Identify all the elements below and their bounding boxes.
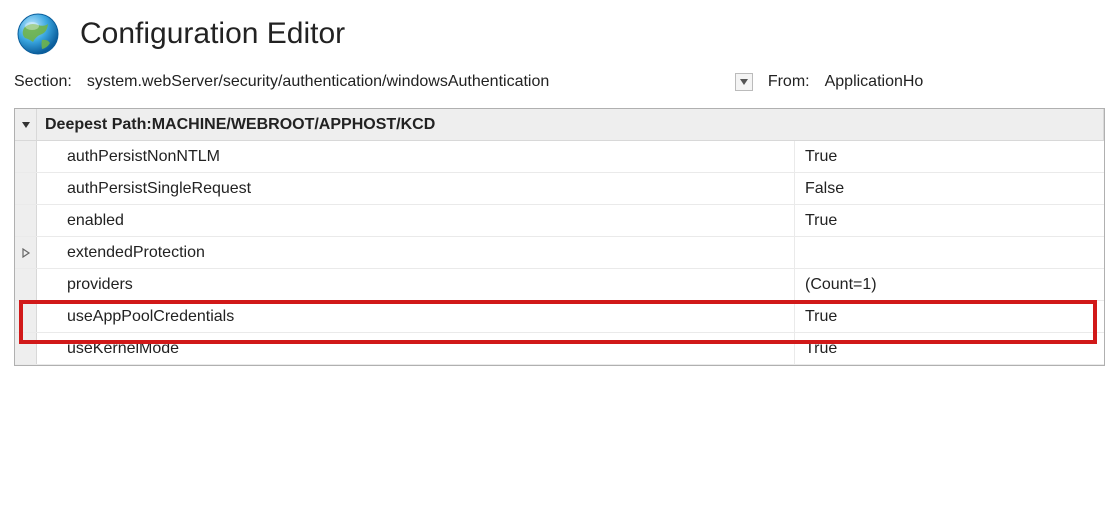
from-label: From: [768,73,810,91]
property-value[interactable]: True [795,301,1104,332]
property-value[interactable]: True [795,141,1104,172]
from-dropdown[interactable]: ApplicationHo [818,70,1105,94]
grid-header-row[interactable]: Deepest Path: MACHINE/WEBROOT/APPHOST/KC… [15,109,1104,141]
property-name: extendedProtection [37,237,795,268]
section-label: Section: [14,73,72,91]
collapse-toggle[interactable] [15,109,37,140]
deepest-path-prefix: Deepest Path: [45,116,152,134]
property-row[interactable]: enabled True [15,205,1104,237]
dropdown-arrow-icon[interactable] [735,73,753,91]
property-row[interactable]: extendedProtection [15,237,1104,269]
row-gutter [15,173,37,204]
toolbar: Section: system.webServer/security/authe… [0,66,1119,108]
property-value[interactable] [795,237,1104,268]
row-gutter [15,269,37,300]
property-row[interactable]: authPersistSingleRequest False [15,173,1104,205]
property-row[interactable]: useKernelMode True [15,333,1104,365]
property-value[interactable]: True [795,205,1104,236]
property-value[interactable]: True [795,333,1104,364]
triangle-right-icon [20,247,31,258]
deepest-path-cell: Deepest Path: MACHINE/WEBROOT/APPHOST/KC… [37,109,1104,140]
row-gutter [15,301,37,332]
property-row[interactable]: authPersistNonNTLM True [15,141,1104,173]
section-dropdown[interactable]: system.webServer/security/authentication… [80,70,760,94]
globe-icon [14,10,62,58]
property-row[interactable]: providers (Count=1) [15,269,1104,301]
property-value[interactable]: False [795,173,1104,204]
row-gutter [15,141,37,172]
from-dropdown-text: ApplicationHo [825,73,924,90]
property-value[interactable]: (Count=1) [795,269,1104,300]
expand-toggle[interactable] [15,237,37,268]
property-name: authPersistNonNTLM [37,141,795,172]
deepest-path-value: MACHINE/WEBROOT/APPHOST/KCD [152,116,436,134]
property-name: providers [37,269,795,300]
row-gutter [15,333,37,364]
triangle-down-icon [20,119,31,130]
property-name: enabled [37,205,795,236]
property-name: useKernelMode [37,333,795,364]
property-row[interactable]: useAppPoolCredentials True [15,301,1104,333]
property-name: useAppPoolCredentials [37,301,795,332]
section-dropdown-text: system.webServer/security/authentication… [87,73,729,91]
row-gutter [15,205,37,236]
page-header: Configuration Editor [0,0,1119,66]
property-name: authPersistSingleRequest [37,173,795,204]
property-grid: Deepest Path: MACHINE/WEBROOT/APPHOST/KC… [14,108,1105,366]
page-title: Configuration Editor [80,17,345,51]
